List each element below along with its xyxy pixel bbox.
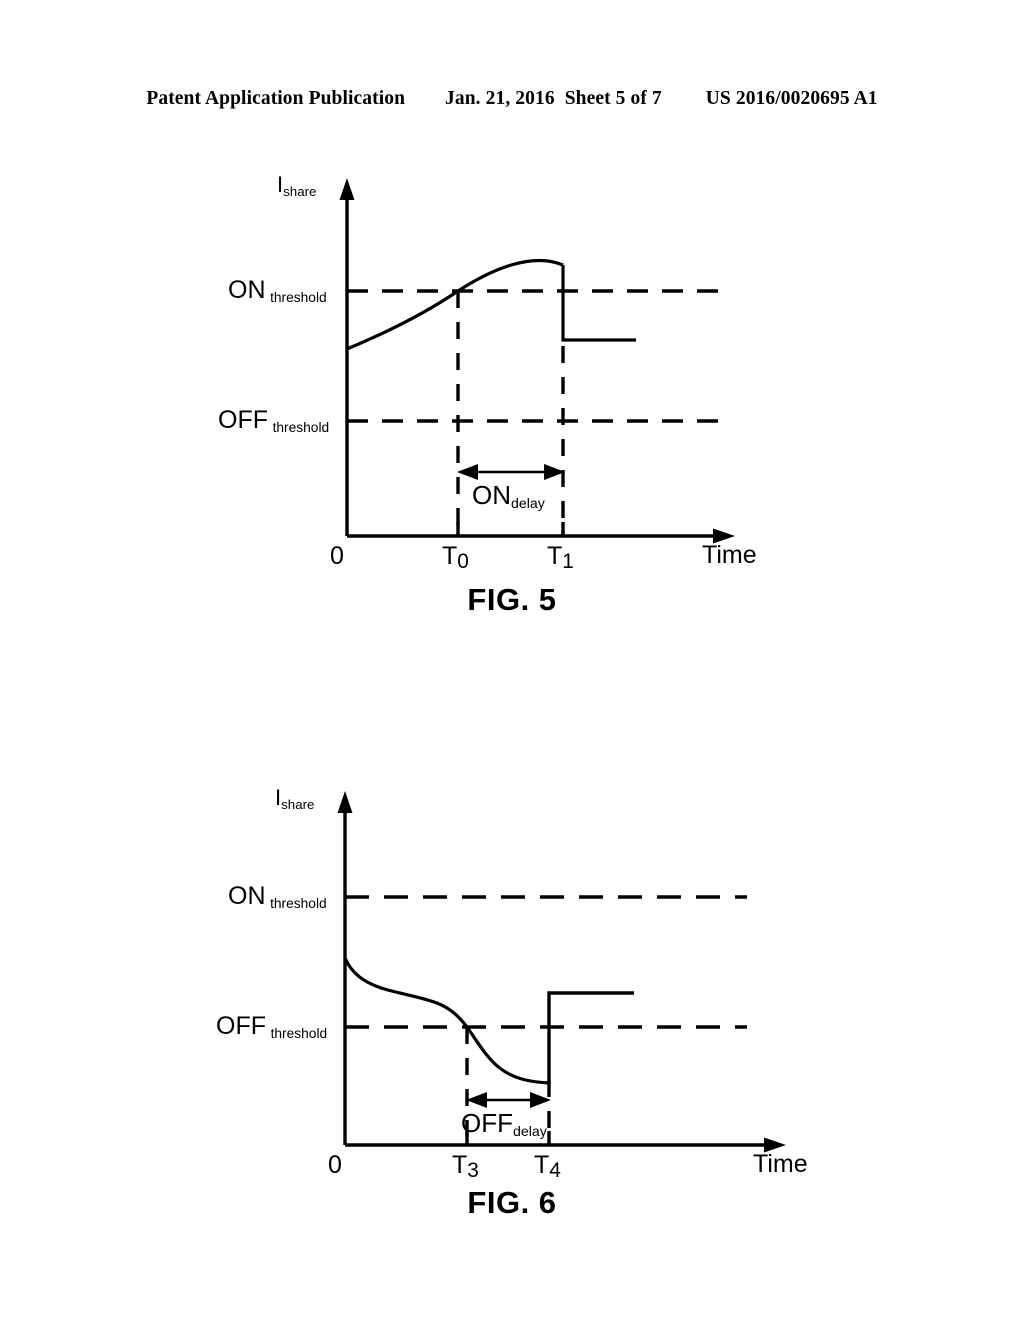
off-threshold-label: OFF threshold — [218, 406, 330, 435]
ishare-curve — [343, 957, 550, 1085]
x-axis-label: Time — [702, 541, 757, 569]
off-delay-arrow — [466, 1092, 551, 1108]
time-mark-t1-label: T1 — [547, 542, 574, 573]
time-mark-t3-label: T3 — [452, 1151, 479, 1182]
ishare-curve — [346, 258, 564, 351]
time-mark-t0-label: T0 — [442, 542, 469, 573]
page-header: Patent Application Publication Jan. 21, … — [0, 88, 1024, 110]
y-axis-label: Ishare — [275, 785, 315, 812]
ishare-drop-and-hold — [561, 265, 636, 342]
figure-6-caption: FIG. 6 — [467, 1185, 557, 1220]
off-delay-label: OFFdelay — [461, 1108, 547, 1140]
x-axis — [347, 528, 735, 544]
header-patent-number: US 2016/0020695 A1 — [705, 88, 878, 109]
figure-6: Ishare ON threshold OFF threshold OFFdel… — [0, 760, 1024, 1240]
origin-label: 0 — [330, 542, 344, 570]
ishare-rise-and-hold — [547, 991, 634, 1083]
header-publication: Patent Application Publication — [146, 88, 406, 109]
header-sheet: Sheet 5 of 7 — [564, 88, 662, 109]
figure-5-plot — [339, 178, 735, 544]
origin-label: 0 — [328, 1151, 342, 1179]
on-threshold-label: ON threshold — [228, 882, 327, 911]
on-delay-label: ONdelay — [472, 480, 545, 512]
on-delay-arrow — [457, 464, 565, 480]
x-axis — [345, 1137, 786, 1153]
y-axis — [339, 178, 355, 536]
off-threshold-label: OFF threshold — [216, 1012, 328, 1041]
time-mark-t4-label: T4 — [534, 1151, 561, 1182]
figure-5: Ishare ON threshold OFF threshold ONdela… — [0, 150, 1024, 630]
x-axis-label: Time — [753, 1150, 808, 1178]
y-axis-label: Ishare — [277, 172, 317, 199]
figure-5-caption: FIG. 5 — [467, 582, 557, 617]
header-date: Jan. 21, 2016 — [445, 88, 555, 109]
on-threshold-label: ON threshold — [228, 276, 327, 305]
